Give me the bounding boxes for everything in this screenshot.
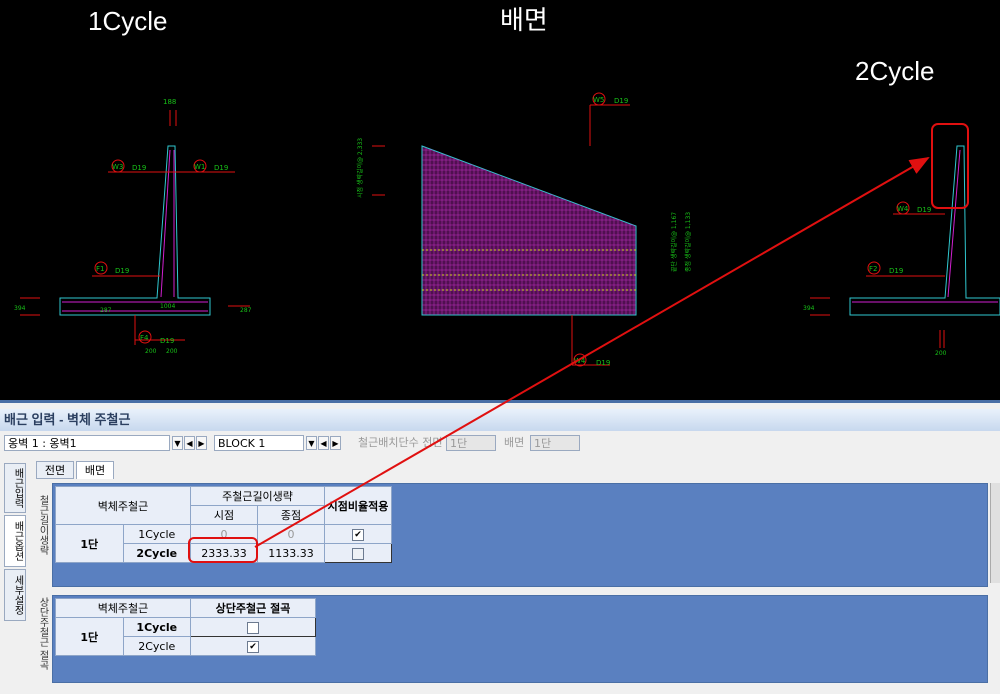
- table2-row-2cycle: 2Cycle: [122, 636, 191, 656]
- wall-section-1: 188 W3 D19 W1 D19 F1 D19 F4 D19 394 287 …: [14, 98, 252, 355]
- wall2-mark-w4: W4: [897, 205, 909, 213]
- mesh-mark-w5: W5: [593, 96, 604, 104]
- wall2-dim-left: 394: [803, 305, 815, 312]
- back-face-mesh: W5 D19 W4 D19 시점 생략길이@ 2,333 끝단 생략길이@ 1,…: [356, 92, 692, 367]
- wall-prev-arrow[interactable]: ◀: [184, 436, 195, 450]
- table1-header-ratio: 시점비율적용: [324, 486, 392, 525]
- table2-2cycle-cell[interactable]: ✔: [190, 636, 316, 656]
- table1-1cycle-ratio-checkbox[interactable]: ✔: [352, 528, 364, 541]
- wall1-dim-left: 394: [14, 305, 26, 312]
- rebar-input-panel: 배근 입력 - 벽체 주철근 옹벽 1 : 옹벽1 ▼ ◀ ▶ BLOCK 1 …: [0, 400, 1000, 694]
- wall1-dim-center: 1004: [160, 303, 175, 310]
- mesh-right-label-2: 종점 생략길이@ 1,133: [684, 212, 692, 272]
- table2-row-1cycle: 1Cycle: [122, 617, 191, 637]
- side-tab-rebar-option[interactable]: 배근옵션: [4, 515, 26, 567]
- mesh-bar-w5: D19: [614, 97, 628, 105]
- cad-svg: 188 W3 D19 W1 D19 F1 D19 F4 D19 394 287 …: [14, 92, 1000, 367]
- block-select[interactable]: BLOCK 1: [214, 435, 304, 451]
- table1-1cycle-end[interactable]: 0: [257, 524, 325, 544]
- table1-2cycle-ratio-checkbox[interactable]: [352, 547, 364, 560]
- wall2-mark-f2: F2: [869, 265, 877, 273]
- wall2-outline: [849, 145, 1000, 316]
- table1-row-2cycle: 2Cycle: [122, 543, 191, 563]
- wall-next-arrow[interactable]: ▶: [196, 436, 207, 450]
- wall2-dim-bottom: 200: [935, 350, 947, 357]
- wall1-mark-f4: F4: [140, 334, 149, 342]
- mesh-side-label: 시점 생략길이@ 2,333: [356, 138, 364, 198]
- table1-2cycle-end[interactable]: 1133.33: [257, 543, 325, 563]
- wall1-top-dim: 188: [163, 98, 176, 106]
- mesh-mark-w4: W4: [574, 357, 586, 365]
- table2-header-main: 벽체주철근: [55, 598, 191, 618]
- wall1-bar-w1: D19: [214, 164, 228, 172]
- panel-toolbar: 옹벽 1 : 옹벽1 ▼ ◀ ▶ BLOCK 1 ▼ ◀ ▶ 철근배치단수 전면…: [0, 435, 1000, 455]
- wall1-bar-f4: D19: [160, 337, 174, 345]
- side-tabs: 배근입력 배근옵션 세부설정: [4, 463, 26, 693]
- table2-1cycle-cell[interactable]: [190, 617, 316, 637]
- table1-2cycle-start[interactable]: 2333.33: [190, 543, 258, 563]
- back-layer-select[interactable]: 1단: [530, 435, 580, 451]
- wall2-bar-w4: D19: [917, 206, 931, 214]
- wall-select[interactable]: 옹벽 1 : 옹벽1: [4, 435, 170, 451]
- grid-area-1: 벽체주철근 주철근길이생략 시점비율적용 시점 종점 1단 1Cycle 0 0…: [52, 483, 988, 587]
- table1-header-start: 시점: [190, 505, 258, 525]
- wall1-bar-f1: D19: [115, 267, 129, 275]
- panel-title: 배근 입력 - 벽체 주철근: [0, 409, 1000, 431]
- block-next-arrow[interactable]: ▶: [330, 436, 341, 450]
- wall1-mark-w1: W1: [194, 163, 205, 171]
- cad-drawing-view: 1Cycle 배면 2Cycle 188 W3 D19 W1 D19 F1 D1…: [0, 0, 1000, 400]
- wall2-bar-f2: D19: [889, 267, 903, 275]
- table2-row-label: 1단: [55, 617, 124, 656]
- table1-header-end: 종점: [257, 505, 325, 525]
- table2-1cycle-checkbox[interactable]: [247, 621, 259, 634]
- side-tab-rebar-input[interactable]: 배근입력: [4, 463, 26, 513]
- table1-2cycle-ratio-cell[interactable]: [324, 543, 392, 563]
- wall2-rebar-front: [947, 149, 961, 298]
- front-layer-select[interactable]: 1단: [446, 435, 496, 451]
- right-scrollbar[interactable]: [990, 483, 1000, 583]
- tab-back[interactable]: 배면: [76, 461, 114, 479]
- wall1-mark-f1: F1: [96, 265, 104, 273]
- wall1-dim-bottom1: 200: [145, 348, 157, 355]
- table2-header-col: 상단주철근 절곡: [190, 598, 316, 618]
- length-skip-table: 벽체주철근 주철근길이생략 시점비율적용 시점 종점 1단 1Cycle 0 0…: [55, 486, 392, 563]
- table1-1cycle-ratio-cell[interactable]: ✔: [324, 524, 392, 544]
- table2-2cycle-checkbox[interactable]: ✔: [247, 640, 259, 653]
- wall1-mark-w3: W3: [112, 163, 123, 171]
- tab-front[interactable]: 전면: [36, 461, 74, 479]
- table1-row-label: 1단: [55, 524, 124, 563]
- table1-1cycle-start[interactable]: 0: [190, 524, 258, 544]
- wall-dropdown-arrow[interactable]: ▼: [172, 436, 183, 450]
- back-layer-label: 배면: [504, 436, 525, 449]
- rebar-layer-label: 철근배치단수 전면: [358, 436, 443, 449]
- side-tab-detail-setting[interactable]: 세부설정: [4, 569, 26, 621]
- wall1-bar-w3: D19: [132, 164, 146, 172]
- wall1-dim-inner: 287: [100, 307, 112, 314]
- grid-area-2: 벽체주철근 상단주철근 절곡 1단 1Cycle 2Cycle ✔: [52, 595, 988, 683]
- section-label-top-bend: 상단주철근 절곡: [37, 597, 48, 671]
- section-label-length-skip: 철근길이생략: [37, 495, 48, 555]
- mesh-right-label-1: 끝단 생략길이@ 1,167: [670, 212, 678, 272]
- table1-row-1cycle: 1Cycle: [122, 524, 191, 544]
- wall-section-2: W4 D19 F2 D19 394 200: [803, 145, 1000, 357]
- wall1-dim-right: 287: [240, 307, 252, 314]
- block-prev-arrow[interactable]: ◀: [318, 436, 329, 450]
- block-dropdown-arrow[interactable]: ▼: [306, 436, 317, 450]
- wall1-dim-bottom2: 200: [166, 348, 178, 355]
- table1-header-main: 벽체주철근: [55, 486, 191, 525]
- top-bend-table: 벽체주철근 상단주철근 절곡 1단 1Cycle 2Cycle ✔: [55, 598, 316, 656]
- mesh-bar-w4: D19: [596, 359, 610, 367]
- table1-header-group: 주철근길이생략: [190, 486, 325, 506]
